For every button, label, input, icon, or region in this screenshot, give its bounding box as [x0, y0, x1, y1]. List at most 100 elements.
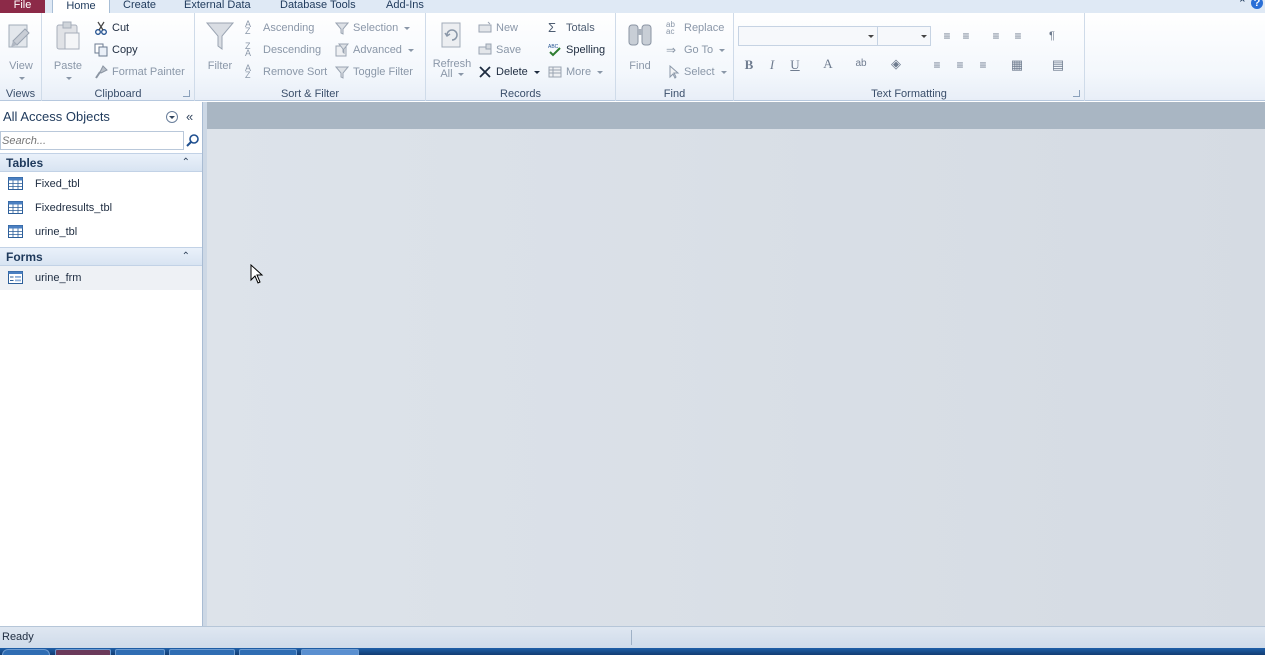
group-find: Find ab ac Replace ⇒ Go To Select Find	[616, 13, 734, 101]
cut-label: Cut	[112, 22, 130, 34]
copy-button[interactable]: Copy	[94, 41, 138, 59]
nav-menu-dropdown-icon[interactable]	[166, 111, 178, 123]
taskbar-app-icon[interactable]	[169, 649, 235, 655]
advanced-button[interactable]: Advanced	[335, 41, 414, 59]
shutter-bar-close-icon[interactable]: «	[186, 102, 193, 132]
start-button-icon[interactable]	[2, 649, 50, 655]
font-color-button[interactable]: A	[818, 55, 838, 73]
status-bar: Ready	[0, 626, 1265, 648]
nav-group-tables[interactable]: Tables ⌃	[0, 153, 202, 172]
group-text-formatting: ≡ ≡ ≡ ≡ ¶ B I U A ab ◈ ≡ ≡ ≡ ▦ ▤ Text Fo…	[734, 13, 1085, 101]
select-button[interactable]: Select	[666, 63, 727, 81]
format-painter-button[interactable]: Format Painter	[94, 63, 185, 81]
delete-button[interactable]: Delete	[478, 63, 540, 81]
spelling-button[interactable]: ABC Spelling	[548, 41, 605, 59]
document-tab-bar	[207, 102, 1265, 129]
group-label-find: Find	[663, 88, 686, 100]
nav-item-table[interactable]: Fixedresults_tbl	[0, 196, 202, 220]
align-left-icon[interactable]: ≡	[927, 56, 947, 74]
save-record-icon	[478, 43, 492, 55]
descending-button[interactable]: ZA Descending	[245, 41, 321, 59]
align-right-icon[interactable]: ≡	[973, 56, 993, 74]
refresh-all-button[interactable]: Refresh All	[431, 19, 473, 80]
italic-button[interactable]: I	[762, 56, 782, 74]
scissors-icon	[95, 21, 107, 35]
pointer-icon	[669, 65, 680, 79]
status-divider	[631, 630, 632, 645]
chevron-down-icon	[19, 76, 25, 80]
new-record-icon	[478, 21, 492, 33]
outdent-icon[interactable]: ≡	[1008, 27, 1028, 45]
numbering-icon[interactable]: ≡	[956, 27, 976, 45]
delete-label: Delete	[496, 66, 528, 78]
alternate-row-color-icon[interactable]: ▤	[1048, 56, 1068, 74]
cut-button[interactable]: Cut	[94, 19, 129, 37]
goto-button[interactable]: ⇒ Go To	[666, 41, 726, 59]
toggle-filter-button[interactable]: Toggle Filter	[335, 63, 413, 81]
sort-ascending-icon: AZ	[245, 19, 252, 36]
replace-label: Replace	[684, 22, 725, 34]
nav-item-label: Fixedresults_tbl	[35, 202, 113, 214]
tab-home[interactable]: Home	[52, 0, 110, 14]
nav-header[interactable]: All Access Objects «	[0, 102, 202, 132]
tab-database-tools[interactable]: Database Tools	[274, 0, 362, 13]
taskbar-app-icon[interactable]	[115, 649, 165, 655]
minimize-ribbon-icon[interactable]: ⌃	[1238, 0, 1247, 10]
underline-button[interactable]: U	[785, 56, 805, 74]
remove-sort-button[interactable]: AZ Remove Sort	[245, 63, 327, 81]
bold-button[interactable]: B	[739, 56, 759, 74]
align-center-icon[interactable]: ≡	[950, 56, 970, 74]
font-size-combo[interactable]	[877, 26, 931, 46]
totals-label: Totals	[566, 22, 595, 34]
selection-button[interactable]: Selection	[335, 19, 411, 37]
clipboard-launcher-icon[interactable]	[183, 90, 190, 97]
group-sort-filter: Filter AZ Ascending ZA Descending AZ Rem…	[195, 13, 426, 101]
taskbar-app-icon[interactable]	[301, 649, 359, 655]
ribbon: View Views Paste Cut Copy Format Painter…	[0, 13, 1265, 101]
ascending-button[interactable]: AZ Ascending	[245, 19, 314, 37]
tab-add-ins[interactable]: Add-Ins	[380, 0, 430, 13]
taskbar-app-icon[interactable]	[55, 649, 111, 655]
advanced-label: Advanced	[353, 44, 402, 56]
save-button[interactable]: Save	[478, 41, 521, 59]
chevron-down-icon	[404, 26, 411, 30]
os-taskbar	[0, 648, 1265, 655]
fill-color-icon[interactable]: ◈	[886, 55, 906, 73]
taskbar-app-icon[interactable]	[239, 649, 297, 655]
nav-item-table[interactable]: urine_tbl	[0, 220, 202, 244]
collapse-chevron-icon: ⌃	[181, 157, 190, 168]
filter-button[interactable]: Filter	[202, 19, 238, 72]
paintbrush-icon	[95, 65, 108, 79]
text-formatting-launcher-icon[interactable]	[1073, 90, 1080, 97]
search-icon[interactable]	[184, 131, 202, 150]
help-icon[interactable]: ?	[1251, 0, 1263, 9]
paste-button[interactable]: Paste	[50, 19, 86, 84]
bullets-icon[interactable]: ≡	[937, 27, 957, 45]
find-button[interactable]: Find	[622, 19, 658, 72]
spelling-label: Spelling	[566, 44, 606, 56]
chevron-down-icon	[533, 70, 540, 74]
paragraph-direction-icon[interactable]: ¶	[1042, 27, 1062, 45]
chevron-down-icon	[868, 35, 874, 38]
nav-item-table[interactable]: Fixed_tbl	[0, 172, 202, 196]
more-button[interactable]: More	[548, 63, 604, 81]
replace-button[interactable]: ab ac Replace	[666, 19, 724, 37]
chevron-down-icon	[407, 48, 414, 52]
totals-button[interactable]: Σ Totals	[548, 19, 595, 37]
more-grid-icon	[548, 66, 562, 78]
copy-label: Copy	[112, 44, 138, 56]
gridlines-icon[interactable]: ▦	[1007, 56, 1027, 74]
nav-group-forms[interactable]: Forms ⌃	[0, 247, 202, 266]
nav-item-form[interactable]: urine_frm	[0, 266, 202, 290]
indent-icon[interactable]: ≡	[986, 27, 1006, 45]
highlight-icon[interactable]: ab	[851, 55, 871, 73]
group-clipboard: Paste Cut Copy Format Painter Clipboard	[42, 13, 195, 101]
search-input[interactable]	[0, 131, 184, 150]
view-button[interactable]: View	[3, 19, 39, 84]
tab-file[interactable]: File	[0, 0, 45, 13]
tab-create[interactable]: Create	[117, 0, 162, 13]
view-label: View	[9, 60, 33, 72]
tab-external-data[interactable]: External Data	[178, 0, 257, 13]
font-name-combo[interactable]	[738, 26, 878, 46]
new-record-button[interactable]: New	[478, 19, 518, 37]
